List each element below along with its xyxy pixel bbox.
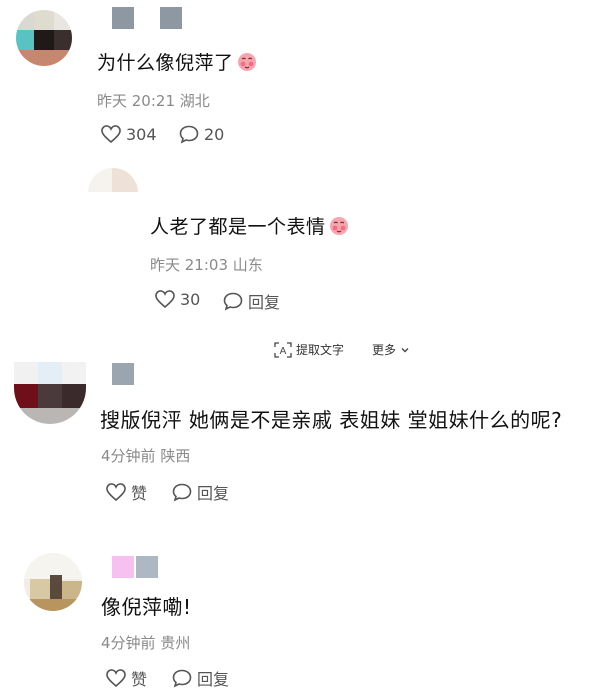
heart-icon (155, 290, 175, 309)
comment-bubble-icon (172, 483, 192, 502)
avatar[interactable] (24, 553, 82, 611)
heart-icon (101, 125, 121, 144)
blush-emoji-icon (328, 214, 350, 241)
username-mosaic[interactable] (112, 7, 134, 29)
reply-button[interactable]: 20 (178, 124, 224, 144)
reply-button[interactable]: 回复 (171, 480, 229, 504)
comment-bubble-icon (172, 669, 192, 688)
like-label: 赞 (131, 484, 148, 503)
like-button[interactable]: 赞 (105, 666, 147, 690)
comment-text: 为什么像倪萍了 (97, 48, 258, 77)
reply-button[interactable]: 回复 (171, 666, 229, 690)
timestamp: 4分钟前 (101, 447, 156, 465)
reply-label: 回复 (197, 484, 230, 503)
username-mosaic[interactable] (136, 556, 158, 578)
like-label: 赞 (131, 670, 148, 689)
reply-label: 回复 (248, 293, 281, 312)
username-mosaic[interactable] (112, 556, 134, 578)
location: 湖北 (179, 92, 210, 110)
svg-text:A: A (280, 346, 287, 357)
timestamp: 昨天 20:21 (97, 92, 175, 110)
comment-meta: 4分钟前 贵州 (101, 632, 190, 653)
avatar[interactable] (14, 362, 86, 424)
comment-meta: 昨天 20:21 湖北 (97, 90, 210, 111)
text-scan-icon: A (274, 341, 292, 358)
like-button[interactable]: 赞 (105, 480, 147, 504)
timestamp: 昨天 21:03 (150, 256, 228, 274)
like-button[interactable]: 30 (154, 289, 200, 309)
reply-label: 回复 (197, 670, 230, 689)
like-button[interactable]: 304 (100, 124, 157, 144)
timestamp: 4分钟前 (101, 634, 156, 652)
username-mosaic[interactable] (112, 363, 134, 385)
avatar[interactable] (16, 10, 72, 66)
comment-bubble-icon (223, 292, 243, 311)
comment-meta: 4分钟前 陕西 (101, 445, 190, 466)
like-count: 304 (126, 124, 157, 144)
comment-text: 人老了都是一个表情 (150, 212, 350, 241)
location: 贵州 (160, 634, 191, 652)
chevron-down-icon (401, 347, 409, 352)
extract-text-button[interactable]: A 提取文字 (274, 341, 344, 358)
comment-bubble-icon (179, 125, 199, 144)
avatar[interactable] (88, 168, 138, 218)
reply-count: 20 (204, 124, 225, 144)
blush-emoji-icon (236, 50, 258, 77)
comment-text: 搜版倪泙 她俩是不是亲戚 表姐妹 堂姐妹什么的呢? (100, 408, 563, 432)
comment-meta: 昨天 21:03 山东 (150, 254, 263, 275)
reply-button[interactable]: 回复 (222, 289, 280, 313)
location: 陕西 (160, 447, 191, 465)
heart-icon (106, 483, 126, 502)
more-button[interactable]: 更多 (372, 341, 411, 358)
comment-text: 像倪萍嘞! (101, 595, 192, 619)
heart-icon (106, 669, 126, 688)
like-count: 30 (180, 289, 201, 309)
username-mosaic[interactable] (160, 7, 182, 29)
location: 山东 (232, 256, 263, 274)
